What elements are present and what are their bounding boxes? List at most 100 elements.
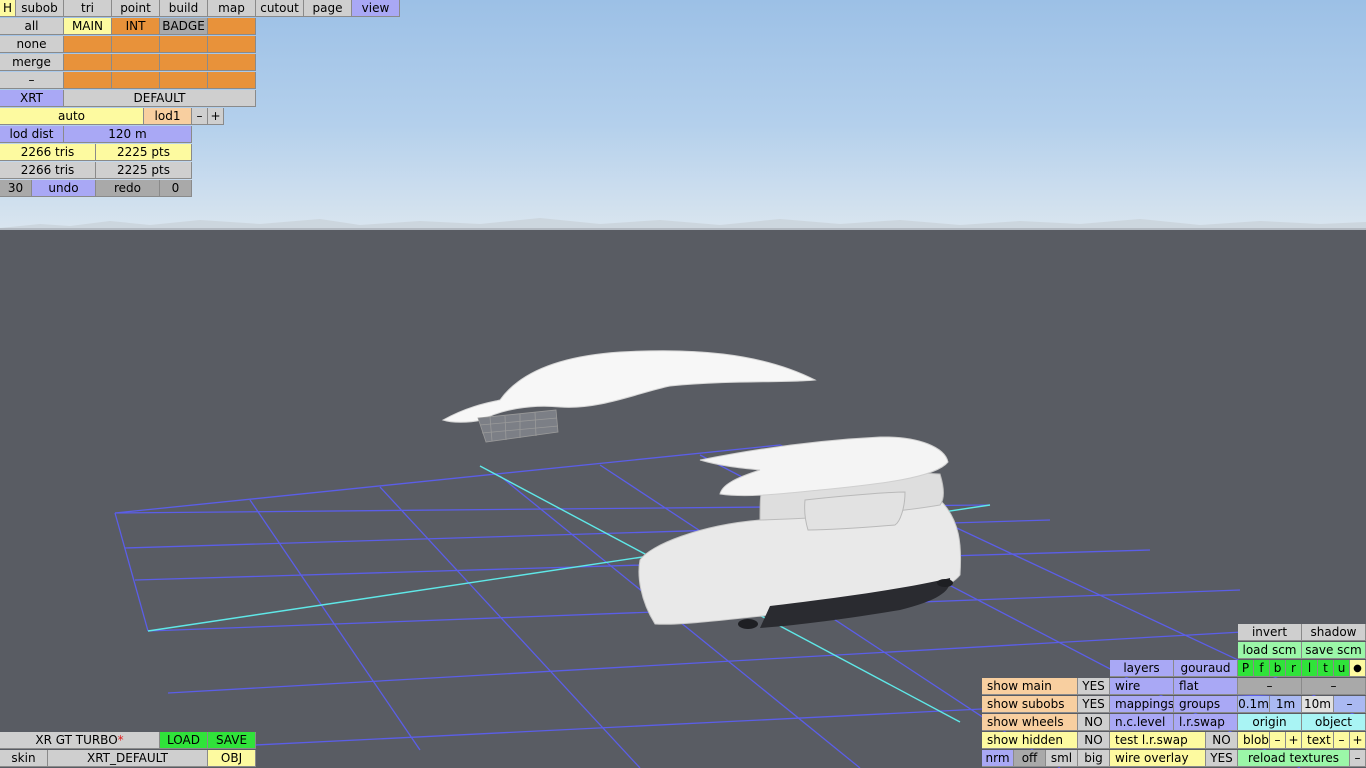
text-minus-button[interactable]: – <box>1334 732 1350 749</box>
tab-view[interactable]: view <box>352 0 400 17</box>
group-int-button[interactable]: INT <box>112 18 160 35</box>
layers-button[interactable]: layers <box>1110 660 1174 677</box>
show-wheels-label[interactable]: show wheels <box>982 714 1078 731</box>
wire-overlay-button[interactable]: wire overlay <box>1110 750 1206 767</box>
undo-count: 30 <box>0 180 32 197</box>
lod-minus-button[interactable]: – <box>192 108 208 125</box>
obj-button[interactable]: OBJ <box>208 750 256 767</box>
flat-button[interactable]: flat <box>1174 678 1238 695</box>
show-main-label[interactable]: show main <box>982 678 1078 695</box>
group-slot[interactable] <box>112 36 160 53</box>
big-button[interactable]: big <box>1078 750 1110 767</box>
total-pts-count: 2225 pts <box>96 162 192 179</box>
group-slot[interactable] <box>64 72 112 89</box>
tab-tri[interactable]: tri <box>64 0 112 17</box>
channel-l-toggle[interactable]: l <box>1302 660 1318 677</box>
reload-minus-button[interactable]: – <box>1350 750 1366 767</box>
skin-name[interactable]: XRT_DEFAULT <box>48 750 208 767</box>
group-slot[interactable] <box>112 72 160 89</box>
dash-button-a[interactable]: – <box>1238 678 1302 695</box>
skin-label: skin <box>0 750 48 767</box>
group-slot[interactable] <box>64 36 112 53</box>
car-name-label: XR GT TURBO* <box>0 732 160 749</box>
default-button[interactable]: DEFAULT <box>64 90 256 107</box>
load-scm-button[interactable]: load scm <box>1238 642 1302 659</box>
group-slot[interactable] <box>208 72 256 89</box>
test-lr-swap-button[interactable]: test l.r.swap <box>1110 732 1206 749</box>
tab-h[interactable]: H <box>0 0 16 17</box>
group-badge-button[interactable]: BADGE <box>160 18 208 35</box>
show-subobs-value[interactable]: YES <box>1078 696 1110 713</box>
select-all-button[interactable]: all <box>0 18 64 35</box>
shadow-button[interactable]: shadow <box>1302 624 1366 641</box>
off-button[interactable]: off <box>1014 750 1046 767</box>
invert-button[interactable]: invert <box>1238 624 1302 641</box>
show-hidden-value[interactable]: NO <box>1078 732 1110 749</box>
tab-subob[interactable]: subob <box>16 0 64 17</box>
car-roof-mesh <box>441 350 817 423</box>
wire-button[interactable]: wire <box>1110 678 1174 695</box>
group-slot[interactable] <box>208 36 256 53</box>
dash-button-b[interactable]: – <box>1302 678 1366 695</box>
nc-level-button[interactable]: n.c.level <box>1110 714 1174 731</box>
text-label: text <box>1302 732 1334 749</box>
channel-p-toggle[interactable]: P <box>1238 660 1254 677</box>
test-lr-swap-value[interactable]: NO <box>1206 732 1238 749</box>
grid-01m-button[interactable]: 0.1m <box>1238 696 1270 713</box>
load-button[interactable]: LOAD <box>160 732 208 749</box>
lod-plus-button[interactable]: + <box>208 108 224 125</box>
object-button[interactable]: object <box>1302 714 1366 731</box>
sml-button[interactable]: sml <box>1046 750 1078 767</box>
save-button[interactable]: SAVE <box>208 732 256 749</box>
channel-t-toggle[interactable]: t <box>1318 660 1334 677</box>
channel-dot-toggle[interactable]: ● <box>1350 660 1366 677</box>
lod-level-button[interactable]: lod1 <box>144 108 192 125</box>
show-main-value[interactable]: YES <box>1078 678 1110 695</box>
lod-dist-value[interactable]: 120 m <box>64 126 192 143</box>
channel-r-toggle[interactable]: r <box>1286 660 1302 677</box>
total-tris-count: 2266 tris <box>0 162 96 179</box>
group-slot[interactable] <box>112 54 160 71</box>
select-none-button[interactable]: none <box>0 36 64 53</box>
redo-button[interactable]: redo <box>96 180 160 197</box>
grid-10m-button[interactable]: 10m <box>1302 696 1334 713</box>
groups-button[interactable]: groups <box>1174 696 1238 713</box>
mappings-button[interactable]: mappings <box>1110 696 1174 713</box>
channel-u-toggle[interactable]: u <box>1334 660 1350 677</box>
group-slot[interactable] <box>160 72 208 89</box>
tab-page[interactable]: page <box>304 0 352 17</box>
nrm-button[interactable]: nrm <box>982 750 1014 767</box>
text-plus-button[interactable]: + <box>1350 732 1366 749</box>
group-slot[interactable] <box>160 54 208 71</box>
group-slot[interactable] <box>64 54 112 71</box>
wire-overlay-value[interactable]: YES <box>1206 750 1238 767</box>
group-slot[interactable] <box>208 18 256 35</box>
gouraud-button[interactable]: gouraud <box>1174 660 1238 677</box>
tab-cutout[interactable]: cutout <box>256 0 304 17</box>
merge-button[interactable]: merge <box>0 54 64 71</box>
lod-auto-button[interactable]: auto <box>0 108 144 125</box>
reload-textures-button[interactable]: reload textures <box>1238 750 1350 767</box>
tab-point[interactable]: point <box>112 0 160 17</box>
grid-1m-button[interactable]: 1m <box>1270 696 1302 713</box>
blob-plus-button[interactable]: + <box>1286 732 1302 749</box>
xrt-button[interactable]: XRT <box>0 90 64 107</box>
channel-b-toggle[interactable]: b <box>1270 660 1286 677</box>
tab-map[interactable]: map <box>208 0 256 17</box>
show-subobs-label[interactable]: show subobs <box>982 696 1078 713</box>
save-scm-button[interactable]: save scm <box>1302 642 1366 659</box>
channel-f-toggle[interactable]: f <box>1254 660 1270 677</box>
car-rear-body <box>638 436 962 629</box>
group-slot[interactable] <box>160 36 208 53</box>
tab-build[interactable]: build <box>160 0 208 17</box>
origin-button[interactable]: origin <box>1238 714 1302 731</box>
show-wheels-value[interactable]: NO <box>1078 714 1110 731</box>
undo-button[interactable]: undo <box>32 180 96 197</box>
blob-minus-button[interactable]: – <box>1270 732 1286 749</box>
grid-off-button[interactable]: – <box>1334 696 1366 713</box>
show-hidden-label[interactable]: show hidden <box>982 732 1078 749</box>
group-slot[interactable] <box>208 54 256 71</box>
lr-swap-button[interactable]: l.r.swap <box>1174 714 1238 731</box>
group-main-button[interactable]: MAIN <box>64 18 112 35</box>
dash-button[interactable]: – <box>0 72 64 89</box>
